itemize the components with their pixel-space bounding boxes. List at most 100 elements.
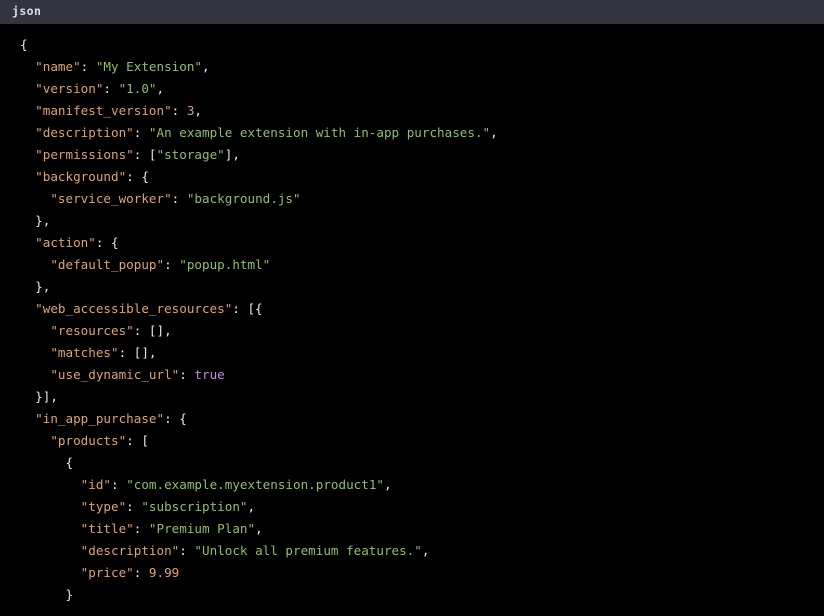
code-token-key: "products": [50, 433, 127, 448]
code-token-key: "use_dynamic_url": [50, 367, 180, 382]
code-line: "in_app_purchase": {: [20, 408, 824, 430]
code-line: "web_accessible_resources": [{: [20, 298, 824, 320]
code-line: "title": "Premium Plan",: [20, 518, 824, 540]
code-token-key: "type": [80, 499, 127, 514]
code-token-punc: : [: [126, 433, 149, 448]
code-token-str: "Unlock all premium features.": [194, 543, 422, 558]
code-line: "matches": [],: [20, 342, 824, 364]
code-token-punc: :: [80, 59, 96, 74]
code-token-punc: :: [164, 257, 180, 272]
code-line: }],: [20, 386, 824, 408]
code-token-punc: }: [65, 587, 74, 602]
code-token-punc: ],: [224, 147, 240, 162]
code-token-punc: :: [171, 191, 187, 206]
code-token-punc: :: [133, 125, 149, 140]
code-line: {: [20, 34, 824, 56]
code-line: {: [20, 452, 824, 474]
code-token-punc: : [{: [232, 301, 263, 316]
code-token-key: "default_popup": [50, 257, 165, 272]
code-token-key: "id": [80, 477, 112, 492]
code-line: "description": "An example extension wit…: [20, 122, 824, 144]
language-label: json: [12, 4, 42, 19]
code-token-punc: : [],: [118, 345, 157, 360]
code-token-punc: :: [133, 565, 149, 580]
code-token-punc: ,: [421, 543, 430, 558]
code-token-punc: ,: [202, 59, 210, 74]
code-line: "version": "1.0",: [20, 78, 824, 100]
code-token-punc: : {: [95, 235, 119, 250]
code-token-key: "matches": [50, 345, 119, 360]
code-token-key: "in_app_purchase": [35, 411, 165, 426]
code-token-punc: : [: [133, 147, 157, 162]
code-line: },: [20, 210, 824, 232]
code-line: "action": {: [20, 232, 824, 254]
code-token-punc: ,: [194, 103, 203, 118]
code-line: "default_popup": "popup.html": [20, 254, 824, 276]
code-line: "background": {: [20, 166, 824, 188]
code-token-str: "Premium Plan": [148, 521, 256, 536]
code-line: "service_worker": "background.js": [20, 188, 824, 210]
code-token-punc: {: [65, 455, 74, 470]
code-line: "permissions": ["storage"],: [20, 144, 824, 166]
code-token-key: "title": [80, 521, 134, 536]
code-token-punc: ,: [247, 499, 256, 514]
code-token-str: "storage": [156, 147, 225, 162]
code-line: "id": "com.example.myextension.product1"…: [20, 474, 824, 496]
code-token-punc: :: [179, 543, 195, 558]
code-token-str: "popup.html": [179, 257, 271, 272]
code-content[interactable]: { "name": "My Extension", "version": "1.…: [0, 34, 824, 606]
code-token-punc: :: [179, 367, 195, 382]
code-line: }: [20, 584, 824, 606]
code-token-punc: },: [35, 279, 51, 294]
code-line: "price": 9.99: [20, 562, 824, 584]
code-token-key: "manifest_version": [35, 103, 172, 118]
code-token-key: "description": [80, 543, 180, 558]
code-token-key: "version": [35, 81, 104, 96]
code-token-punc: ,: [490, 125, 498, 140]
code-token-punc: :: [103, 81, 119, 96]
code-editor-pane[interactable]: { "name": "My Extension", "version": "1.…: [0, 24, 824, 616]
code-line: "use_dynamic_url": true: [20, 364, 824, 386]
code-line: "description": "Unlock all premium featu…: [20, 540, 824, 562]
code-token-punc: }],: [35, 389, 58, 404]
code-token-key: "action": [35, 235, 96, 250]
code-line: "manifest_version": 3,: [20, 100, 824, 122]
code-token-str: "1.0": [118, 81, 157, 96]
code-line: "name": "My Extension",: [20, 56, 824, 78]
code-token-str: "background.js": [186, 191, 301, 206]
code-token-punc: :: [111, 477, 127, 492]
code-token-key: "service_worker": [50, 191, 172, 206]
code-token-str: "An example extension with in-app purcha…: [148, 125, 491, 140]
code-block-header: json: [0, 0, 824, 24]
code-token-punc: :: [126, 499, 142, 514]
code-line: "resources": [],: [20, 320, 824, 342]
code-token-punc: : {: [126, 169, 149, 184]
code-token-key: "price": [80, 565, 134, 580]
code-line: },: [20, 276, 824, 298]
code-token-key: "name": [35, 59, 81, 74]
code-token-punc: ,: [255, 521, 263, 536]
code-token-bool: true: [194, 367, 225, 382]
code-token-str: "com.example.myextension.product1": [126, 477, 384, 492]
